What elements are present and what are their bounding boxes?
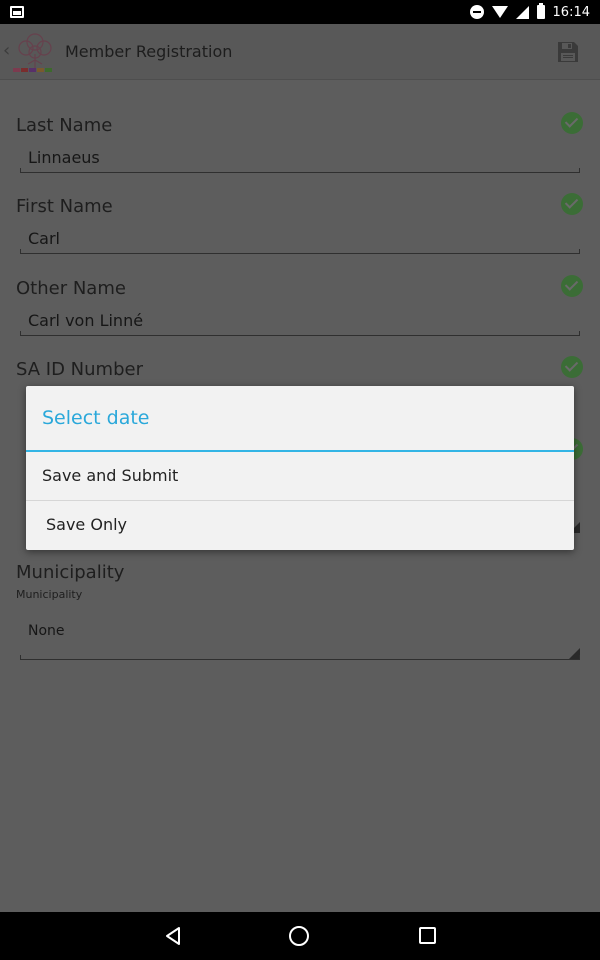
- cell-signal-icon: [515, 5, 529, 19]
- app-bar: ‹ Member Registration: [0, 24, 600, 80]
- field-sublabel: Municipality: [16, 588, 83, 601]
- input-underline: [20, 249, 580, 254]
- option-label: Save Only: [46, 515, 128, 534]
- wifi-icon: [491, 6, 508, 18]
- spinner-underline: [20, 655, 580, 660]
- select-date-dialog: Select date Save and Submit Save Only: [26, 386, 574, 550]
- field-label: SA ID Number: [16, 359, 143, 380]
- floppy-disk-icon[interactable]: [556, 40, 580, 64]
- status-time: 16:14: [552, 4, 590, 20]
- save-only-option[interactable]: Save Only: [26, 501, 574, 549]
- nav-home-icon[interactable]: [289, 926, 309, 946]
- option-label: Save and Submit: [42, 466, 179, 485]
- last-name-input[interactable]: Linnaeus: [28, 148, 100, 167]
- other-name-input[interactable]: Carl von Linné: [28, 311, 143, 330]
- field-label: Other Name: [16, 278, 126, 299]
- first-name-input[interactable]: Carl: [28, 229, 60, 248]
- image-notification-icon: [10, 6, 24, 18]
- field-label: Municipality: [16, 562, 125, 583]
- do-not-disturb-icon: [469, 5, 484, 19]
- input-underline: [20, 168, 580, 173]
- dialog-title: Select date: [42, 407, 150, 429]
- field-label: Last Name: [16, 115, 113, 136]
- nav-recents-icon[interactable]: [419, 927, 436, 944]
- battery-icon: [536, 3, 545, 19]
- check-circle-icon: [561, 193, 583, 215]
- page-title: Member Registration: [65, 42, 233, 61]
- status-bar: 16:14: [0, 0, 600, 24]
- check-circle-icon: [561, 112, 583, 134]
- navigation-bar: [0, 912, 600, 960]
- tree-logo-icon[interactable]: [10, 30, 60, 74]
- nav-back-icon[interactable]: [163, 926, 183, 946]
- municipality-spinner[interactable]: None: [28, 623, 65, 639]
- check-circle-icon: [561, 275, 583, 297]
- save-and-submit-option[interactable]: Save and Submit: [26, 452, 574, 500]
- field-label: First Name: [16, 196, 113, 217]
- input-underline: [20, 331, 580, 336]
- check-circle-icon: [561, 356, 583, 378]
- status-bar-right: 16:14: [469, 0, 590, 24]
